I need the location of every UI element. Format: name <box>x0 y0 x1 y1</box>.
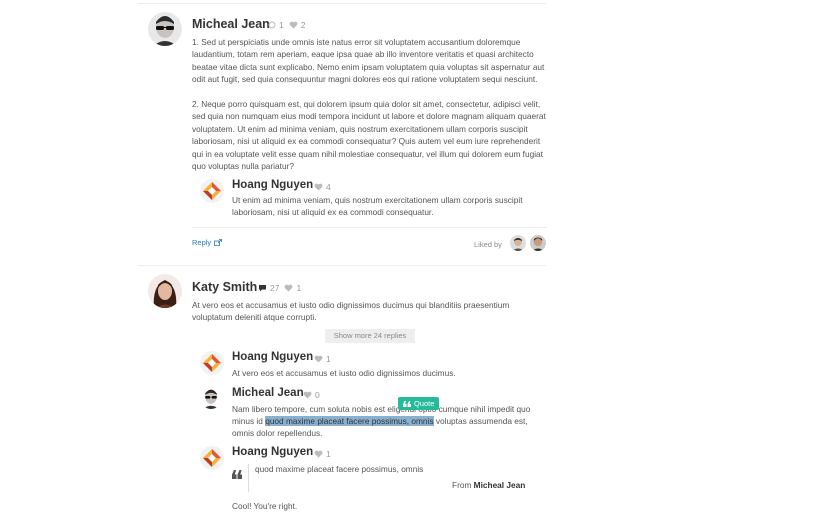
comment-stats: 1 2 <box>268 20 305 30</box>
text-before-selection: minus id <box>232 416 266 426</box>
text-after-selection: voluptas assumenda est, <box>433 416 528 426</box>
reply-stats: 1 <box>314 449 331 459</box>
reply-button[interactable]: Reply <box>192 238 223 247</box>
heart-icon[interactable] <box>314 355 323 363</box>
top-divider <box>138 3 546 4</box>
avatar-hoang-nguyen <box>200 179 224 203</box>
divider <box>138 265 546 266</box>
reply-arrow-icon <box>214 239 223 246</box>
quote-from-prefix: From <box>452 480 472 490</box>
reply-stats: 1 <box>314 354 331 364</box>
reply-text: At vero eos et accusamus et iusto odio d… <box>232 368 456 378</box>
reply-author[interactable]: Hoang Nguyen <box>232 446 313 458</box>
avatar-hoang-nguyen <box>200 351 224 375</box>
heart-icon[interactable] <box>303 391 312 399</box>
avatar-micheal-jean <box>200 387 222 409</box>
quote-mark-icon <box>232 466 242 484</box>
comment-author[interactable]: Micheal Jean <box>192 17 270 31</box>
like-count: 1 <box>296 283 302 293</box>
reply-text-line: minus id quod maxime placeat facere poss… <box>232 415 528 427</box>
reply-author[interactable]: Hoang Nguyen <box>232 351 313 363</box>
comment-count: 27 <box>270 283 280 293</box>
like-count: 1 <box>326 449 331 459</box>
comment-paragraph: 1. Sed ut perspiciatis unde omnis iste n… <box>192 37 545 85</box>
reply-count-icon <box>268 21 276 29</box>
show-more-replies-button[interactable]: Show more 24 replies <box>325 329 415 343</box>
quote-label: Quote <box>414 399 435 408</box>
reply-author[interactable]: Hoang Nguyen <box>232 179 313 191</box>
like-count: 4 <box>326 182 331 192</box>
avatar-micheal-jean <box>148 12 182 46</box>
heart-icon[interactable] <box>284 284 293 292</box>
quoted-text: quod maxime placeat facere possimus, omn… <box>255 464 424 474</box>
reply-stats: 0 <box>303 390 320 400</box>
quote-attribution: From Micheal Jean <box>452 479 525 491</box>
reply-count: 1 <box>279 20 284 30</box>
avatar-hoang-nguyen <box>200 446 224 470</box>
liker-avatar[interactable] <box>530 235 546 251</box>
quote-bar <box>248 464 249 492</box>
like-count: 1 <box>326 354 331 364</box>
comment-author[interactable]: Katy Smith <box>192 280 257 294</box>
like-count: 2 <box>300 20 306 30</box>
reply-stats: 4 <box>314 182 331 192</box>
comment-bubble-icon <box>258 284 267 292</box>
reply-text-line: omnis dolor repellendus. <box>232 428 323 438</box>
liker-avatar[interactable] <box>510 235 526 251</box>
quote-icon <box>403 400 411 407</box>
divider <box>192 227 547 228</box>
heart-icon[interactable] <box>289 21 298 29</box>
reply-author[interactable]: Micheal Jean <box>232 387 304 399</box>
liked-by-label: Liked by <box>474 240 502 249</box>
comment-stats: 27 1 <box>258 283 301 293</box>
quote-from-author[interactable]: Micheal Jean <box>474 480 526 490</box>
quote-selection-button[interactable]: Quote <box>398 397 440 410</box>
reply-label: Reply <box>192 238 212 247</box>
heart-icon[interactable] <box>314 183 323 191</box>
avatar-katy-smith <box>148 274 182 308</box>
heart-icon[interactable] <box>314 450 323 458</box>
comment-text: At vero eos et accusamus et iusto odio d… <box>192 300 510 323</box>
like-count: 0 <box>315 390 320 400</box>
reply-text: Ut enim ad minima veniam, quis nostrum e… <box>232 195 523 218</box>
comment-paragraph: 2. Neque porro quisquam est, qui dolorem… <box>192 99 546 172</box>
reply-text: Cool! You're right. <box>232 501 298 511</box>
selected-text[interactable]: quod maxime placeat facere possimus, omn… <box>265 416 434 426</box>
reply-text-line: Nam libero tempore, cum soluta nobis est… <box>232 404 531 414</box>
